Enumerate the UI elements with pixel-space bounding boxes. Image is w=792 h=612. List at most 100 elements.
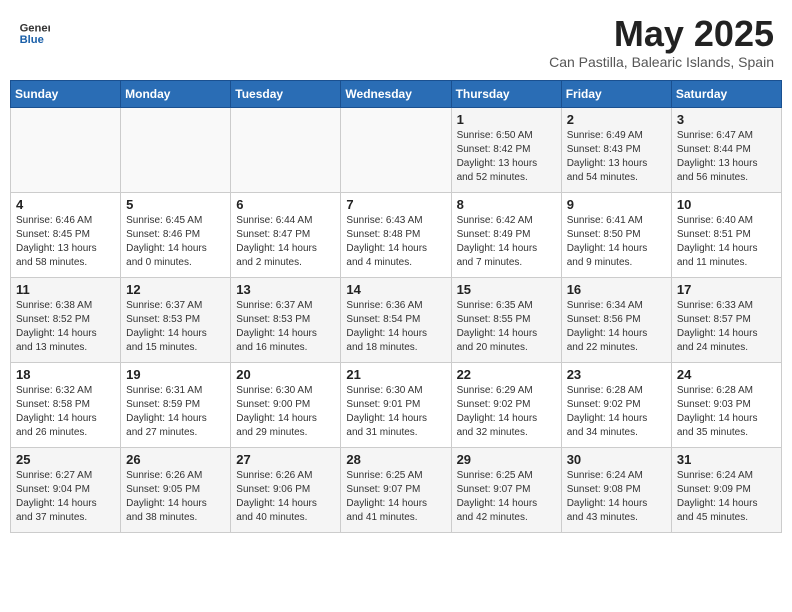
day-number: 24 (677, 367, 776, 382)
calendar-body: 1 Sunrise: 6:50 AM Sunset: 8:42 PM Daylig… (11, 107, 782, 532)
logo-icon: General Blue (18, 14, 50, 46)
day-number: 14 (346, 282, 445, 297)
calendar-cell: 11 Sunrise: 6:38 AM Sunset: 8:52 PM Dayli… (11, 277, 121, 362)
calendar-week-3: 11 Sunrise: 6:38 AM Sunset: 8:52 PM Dayli… (11, 277, 782, 362)
day-info: Sunrise: 6:35 AM Sunset: 8:55 PM Dayligh… (457, 299, 556, 355)
calendar-table: SundayMondayTuesdayWednesdayThursdayFrid… (10, 80, 782, 533)
day-info: Sunrise: 6:32 AM Sunset: 8:58 PM Dayligh… (16, 384, 115, 440)
day-info: Sunrise: 6:31 AM Sunset: 8:59 PM Dayligh… (126, 384, 225, 440)
calendar-cell: 16Sunrise: 6:34 AM Sunset: 8:56 PM Dayli… (561, 277, 671, 362)
day-number: 28 (346, 452, 445, 467)
calendar-cell: 13Sunrise: 6:37 AM Sunset: 8:53 PM Dayli… (231, 277, 341, 362)
calendar-week-5: 25Sunrise: 6:27 AM Sunset: 9:04 PM Dayli… (11, 447, 782, 532)
day-number: 29 (457, 452, 556, 467)
month-title: May 2025 (549, 14, 774, 54)
calendar-cell: 20 Sunrise: 6:30 AM Sunset: 9:00 PM Dayli… (231, 362, 341, 447)
day-number: 15 (457, 282, 556, 297)
day-info: Sunrise: 6:37 AM Sunset: 8:53 PM Dayligh… (126, 299, 225, 355)
calendar-cell: 12 Sunrise: 6:37 AM Sunset: 8:53 PM Dayli… (121, 277, 231, 362)
calendar-cell: 30 Sunrise: 6:24 AM Sunset: 9:08 PM Dayli… (561, 447, 671, 532)
day-info: Sunrise: 6:26 AM Sunset: 9:05 PM Dayligh… (126, 469, 225, 525)
calendar-week-1: 1 Sunrise: 6:50 AM Sunset: 8:42 PM Daylig… (11, 107, 782, 192)
calendar-cell: 6Sunrise: 6:44 AM Sunset: 8:47 PM Daylig… (231, 192, 341, 277)
day-header-wednesday: Wednesday (341, 80, 451, 107)
day-number: 17 (677, 282, 776, 297)
day-info: Sunrise: 6:28 AM Sunset: 9:03 PM Dayligh… (677, 384, 776, 440)
day-info: Sunrise: 6:30 AM Sunset: 9:00 PM Dayligh… (236, 384, 335, 440)
calendar-cell: 9Sunrise: 6:41 AM Sunset: 8:50 PM Daylig… (561, 192, 671, 277)
day-info: Sunrise: 6:44 AM Sunset: 8:47 PM Dayligh… (236, 214, 335, 270)
calendar-cell: 14 Sunrise: 6:36 AM Sunset: 8:54 PM Dayli… (341, 277, 451, 362)
day-info: Sunrise: 6:29 AM Sunset: 9:02 PM Dayligh… (457, 384, 556, 440)
calendar-cell: 31 Sunrise: 6:24 AM Sunset: 9:09 PM Dayli… (671, 447, 781, 532)
day-info: Sunrise: 6:24 AM Sunset: 9:08 PM Dayligh… (567, 469, 666, 525)
day-info: Sunrise: 6:37 AM Sunset: 8:53 PM Dayligh… (236, 299, 335, 355)
day-header-monday: Monday (121, 80, 231, 107)
calendar-cell (11, 107, 121, 192)
day-info: Sunrise: 6:45 AM Sunset: 8:46 PM Dayligh… (126, 214, 225, 270)
day-header-thursday: Thursday (451, 80, 561, 107)
calendar-cell: 5 Sunrise: 6:45 AM Sunset: 8:46 PM Daylig… (121, 192, 231, 277)
day-header-tuesday: Tuesday (231, 80, 341, 107)
calendar-cell: 17 Sunrise: 6:33 AM Sunset: 8:57 PM Dayli… (671, 277, 781, 362)
day-header-friday: Friday (561, 80, 671, 107)
calendar-cell: 27 Sunrise: 6:26 AM Sunset: 9:06 PM Dayli… (231, 447, 341, 532)
day-number: 27 (236, 452, 335, 467)
day-info: Sunrise: 6:38 AM Sunset: 8:52 PM Dayligh… (16, 299, 115, 355)
calendar-cell: 28Sunrise: 6:25 AM Sunset: 9:07 PM Dayli… (341, 447, 451, 532)
day-number: 20 (236, 367, 335, 382)
day-info: Sunrise: 6:26 AM Sunset: 9:06 PM Dayligh… (236, 469, 335, 525)
calendar-cell: 25Sunrise: 6:27 AM Sunset: 9:04 PM Dayli… (11, 447, 121, 532)
calendar-cell: 24 Sunrise: 6:28 AM Sunset: 9:03 PM Dayli… (671, 362, 781, 447)
day-info: Sunrise: 6:25 AM Sunset: 9:07 PM Dayligh… (457, 469, 556, 525)
day-info: Sunrise: 6:24 AM Sunset: 9:09 PM Dayligh… (677, 469, 776, 525)
day-info: Sunrise: 6:50 AM Sunset: 8:42 PM Dayligh… (457, 129, 556, 185)
calendar-cell (341, 107, 451, 192)
calendar-cell: 21Sunrise: 6:30 AM Sunset: 9:01 PM Dayli… (341, 362, 451, 447)
day-number: 31 (677, 452, 776, 467)
day-number: 18 (16, 367, 115, 382)
calendar-cell: 23Sunrise: 6:28 AM Sunset: 9:02 PM Dayli… (561, 362, 671, 447)
logo: General Blue (18, 14, 50, 46)
day-number: 21 (346, 367, 445, 382)
day-number: 11 (16, 282, 115, 297)
title-block: May 2025 Can Pastilla, Balearic Islands,… (549, 14, 774, 70)
day-number: 8 (457, 197, 556, 212)
calendar-cell: 8Sunrise: 6:42 AM Sunset: 8:49 PM Daylig… (451, 192, 561, 277)
day-number: 10 (677, 197, 776, 212)
day-info: Sunrise: 6:43 AM Sunset: 8:48 PM Dayligh… (346, 214, 445, 270)
calendar-cell: 7 Sunrise: 6:43 AM Sunset: 8:48 PM Daylig… (341, 192, 451, 277)
day-header-saturday: Saturday (671, 80, 781, 107)
calendar-cell: 18 Sunrise: 6:32 AM Sunset: 8:58 PM Dayli… (11, 362, 121, 447)
day-number: 1 (457, 112, 556, 127)
calendar-week-4: 18 Sunrise: 6:32 AM Sunset: 8:58 PM Dayli… (11, 362, 782, 447)
day-number: 25 (16, 452, 115, 467)
svg-text:Blue: Blue (20, 34, 44, 46)
calendar-header-row: SundayMondayTuesdayWednesdayThursdayFrid… (11, 80, 782, 107)
day-number: 22 (457, 367, 556, 382)
day-info: Sunrise: 6:34 AM Sunset: 8:56 PM Dayligh… (567, 299, 666, 355)
calendar-cell: 29 Sunrise: 6:25 AM Sunset: 9:07 PM Dayli… (451, 447, 561, 532)
page-header: General Blue May 2025 Can Pastilla, Bale… (10, 10, 782, 74)
day-info: Sunrise: 6:33 AM Sunset: 8:57 PM Dayligh… (677, 299, 776, 355)
day-info: Sunrise: 6:49 AM Sunset: 8:43 PM Dayligh… (567, 129, 666, 185)
day-info: Sunrise: 6:41 AM Sunset: 8:50 PM Dayligh… (567, 214, 666, 270)
day-number: 3 (677, 112, 776, 127)
day-info: Sunrise: 6:40 AM Sunset: 8:51 PM Dayligh… (677, 214, 776, 270)
day-header-sunday: Sunday (11, 80, 121, 107)
day-number: 5 (126, 197, 225, 212)
calendar-cell: 10 Sunrise: 6:40 AM Sunset: 8:51 PM Dayli… (671, 192, 781, 277)
day-info: Sunrise: 6:46 AM Sunset: 8:45 PM Dayligh… (16, 214, 115, 270)
calendar-cell: 4 Sunrise: 6:46 AM Sunset: 8:45 PM Daylig… (11, 192, 121, 277)
day-number: 4 (16, 197, 115, 212)
calendar-cell: 2Sunrise: 6:49 AM Sunset: 8:43 PM Daylig… (561, 107, 671, 192)
day-number: 19 (126, 367, 225, 382)
day-number: 12 (126, 282, 225, 297)
svg-text:General: General (20, 23, 50, 35)
day-number: 30 (567, 452, 666, 467)
calendar-cell: 3Sunrise: 6:47 AM Sunset: 8:44 PM Daylig… (671, 107, 781, 192)
calendar-cell: 22 Sunrise: 6:29 AM Sunset: 9:02 PM Dayli… (451, 362, 561, 447)
day-info: Sunrise: 6:36 AM Sunset: 8:54 PM Dayligh… (346, 299, 445, 355)
calendar-cell (231, 107, 341, 192)
day-number: 7 (346, 197, 445, 212)
